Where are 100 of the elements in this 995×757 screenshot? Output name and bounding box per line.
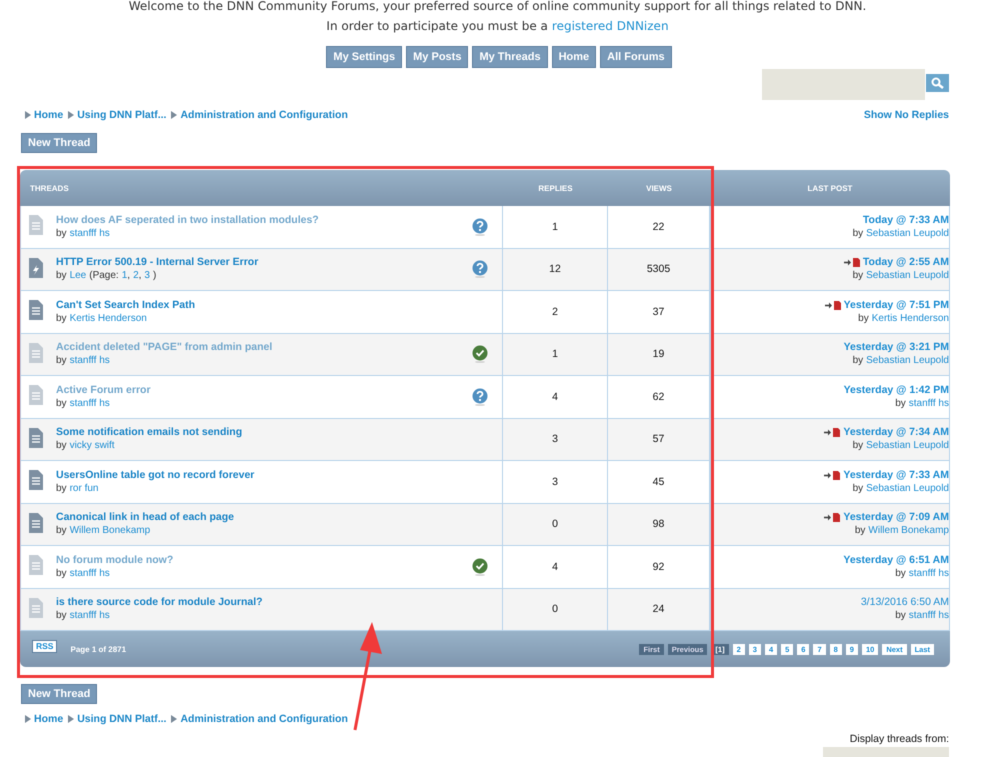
new-thread-button[interactable]: New Thread	[21, 684, 98, 704]
jump-to-post-icon[interactable]	[824, 428, 842, 438]
triangle-icon	[171, 111, 178, 119]
author-link[interactable]: Willem Bonekamp	[868, 524, 949, 538]
nav-button[interactable]: My Settings	[326, 46, 402, 68]
author-link[interactable]: stanfff hs	[908, 566, 949, 580]
views-cell: 24	[608, 588, 710, 631]
register-link[interactable]: registered DNNizen	[552, 19, 669, 33]
jump-to-post-icon[interactable]	[824, 513, 842, 522]
thread-title-link[interactable]: Can't Set Search Index Path	[56, 298, 488, 312]
thread-title-link[interactable]: HTTP Error 500.19 - Internal Server Error	[56, 256, 472, 270]
jump-to-post-icon[interactable]	[824, 470, 842, 480]
by-label: by	[56, 269, 67, 282]
nav-button[interactable]: My Posts	[406, 46, 468, 68]
author-link[interactable]: stanfff hs	[70, 609, 110, 622]
last-post-date-link[interactable]: 3/13/2016 6:50 AM	[860, 596, 949, 610]
document-icon	[29, 215, 43, 235]
document-icon	[29, 342, 43, 362]
replies-cell: 0	[503, 504, 608, 546]
page-info: Page 1 of 2871	[70, 644, 126, 654]
checkmark-icon	[472, 558, 488, 576]
rss-button[interactable]: RSS	[32, 640, 58, 652]
author-link[interactable]: Kertis Henderson	[70, 312, 147, 325]
last-post-date-link[interactable]: Yesterday @ 7:33 AM	[843, 468, 949, 482]
column-header: THREADS	[20, 170, 503, 206]
author-link[interactable]: Sebastian Leupold	[866, 482, 949, 495]
author-link[interactable]: Sebastian Leupold	[866, 226, 949, 240]
by-label: by	[858, 312, 869, 325]
page-link[interactable]: 3	[144, 269, 150, 282]
thread-title-link[interactable]: Active Forum error	[56, 384, 472, 397]
author-link[interactable]: stanfff hs	[70, 354, 110, 368]
breadcrumb-link[interactable]: Administration and Configuration	[180, 109, 348, 121]
last-post-date-link[interactable]: Yesterday @ 3:21 PM	[844, 341, 949, 354]
by-label: by	[56, 609, 67, 622]
question-icon	[472, 260, 488, 278]
thread-title-link[interactable]: Some notification emails not sending	[56, 426, 488, 440]
by-label: by	[852, 482, 864, 495]
show-no-replies-link[interactable]: Show No Replies	[864, 109, 949, 121]
breadcrumb-link[interactable]: Home	[34, 109, 64, 121]
last-post-date-link[interactable]: Yesterday @ 7:51 PM	[844, 298, 949, 312]
by-label: by	[895, 609, 906, 622]
by-label: by	[854, 524, 866, 538]
author-link[interactable]: Lee	[70, 269, 86, 282]
replies-cell: 3	[503, 461, 608, 504]
replies-cell: 4	[503, 376, 608, 418]
search-button[interactable]	[926, 74, 949, 92]
breadcrumb-link[interactable]: Using DNN Platf...	[77, 713, 166, 725]
last-post-date-link[interactable]: Yesterday @ 6:51 AM	[843, 554, 949, 567]
page-link[interactable]: 2	[133, 269, 139, 282]
replies-cell: 1	[503, 206, 608, 248]
thread-title-link[interactable]: No forum module now?	[56, 554, 472, 567]
thread-title-link[interactable]: How does AF seperated in two installation modules?	[56, 214, 472, 227]
question-icon	[472, 388, 488, 406]
author-link[interactable]: ror fun	[70, 482, 98, 495]
last-post-date-link[interactable]: Today @ 7:33 AM	[862, 214, 949, 227]
author-link[interactable]: stanfff hs	[70, 566, 110, 580]
triangle-icon	[68, 715, 74, 723]
views-cell: 22	[608, 206, 710, 248]
last-post-date-link[interactable]: Yesterday @ 1:42 PM	[844, 384, 949, 397]
nav-button[interactable]: Home	[552, 46, 596, 68]
thread-title-link[interactable]: is there source code for module Journal?	[56, 596, 488, 610]
search-field[interactable]	[762, 69, 925, 100]
by-label: by	[56, 312, 67, 325]
triangle-icon	[25, 111, 31, 119]
nav-button[interactable]: All Forums	[600, 46, 672, 68]
last-post-date-link[interactable]: Today @ 2:55 AM	[862, 256, 949, 270]
thread-title-link[interactable]: Canonical link in head of each page	[56, 511, 488, 524]
comma-separator: ,	[138, 269, 142, 282]
author-link[interactable]: Kertis Henderson	[872, 312, 949, 325]
welcome-text: Welcome to the DNN Community Forums, your preferred source of online community support for all things related to DNN.	[128, 0, 868, 15]
author-link[interactable]: Sebastian Leupold	[866, 439, 949, 452]
author-link[interactable]: vicky swift	[70, 439, 115, 452]
triangle-icon	[68, 111, 74, 119]
breadcrumb-link[interactable]: Administration and Configuration	[180, 713, 348, 725]
author-link[interactable]: Willem Bonekamp	[70, 524, 150, 538]
last-post-date-link[interactable]: Yesterday @ 7:09 AM	[843, 511, 949, 524]
nav-button[interactable]: My Threads	[472, 46, 548, 68]
document-icon	[29, 428, 43, 448]
by-label: by	[852, 226, 864, 240]
author-link[interactable]: stanfff hs	[908, 396, 949, 410]
views-cell: 57	[608, 418, 710, 461]
replies-cell: 0	[503, 588, 608, 631]
breadcrumb-link[interactable]: Home	[34, 713, 64, 725]
views-cell: 62	[608, 376, 710, 418]
pages-label: (Page:	[89, 269, 119, 282]
breadcrumb-link[interactable]: Using DNN Platf...	[77, 109, 166, 121]
author-link[interactable]: Sebastian Leupold	[866, 354, 949, 368]
last-post-date-link[interactable]: Yesterday @ 7:34 AM	[843, 426, 949, 440]
author-link[interactable]: Sebastian Leupold	[866, 269, 949, 282]
by-label: by	[56, 439, 67, 452]
column-header: LAST POST	[710, 170, 950, 206]
thread-title-link[interactable]: Accident deleted "PAGE" from admin panel	[56, 341, 472, 354]
author-link[interactable]: stanfff hs	[70, 396, 110, 410]
page-link[interactable]: 1	[122, 269, 128, 282]
author-link[interactable]: stanfff hs	[70, 226, 110, 240]
jump-to-post-icon[interactable]	[824, 300, 842, 310]
author-link[interactable]: stanfff hs	[908, 609, 949, 622]
jump-to-post-icon[interactable]	[844, 258, 861, 268]
thread-title-link[interactable]: UsersOnline table got no record forever	[56, 468, 488, 482]
new-thread-button[interactable]: New Thread	[21, 133, 98, 153]
